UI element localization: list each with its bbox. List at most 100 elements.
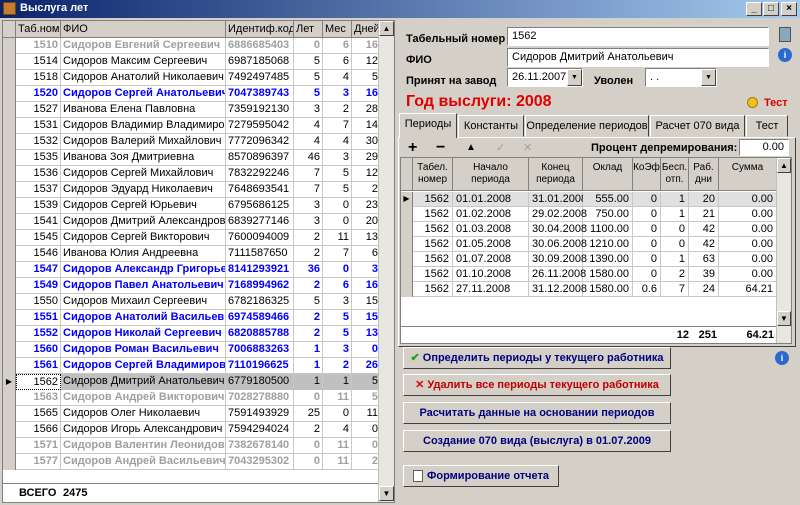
table-row[interactable]: 1551 Сидоров Анатолий Васильевич 697458946… bbox=[3, 310, 381, 326]
table-row[interactable]: 1549 Сидоров Павел Анатольевич 7168994962 2… bbox=[3, 278, 381, 294]
row-indicator[interactable] bbox=[3, 214, 16, 230]
scroll-up-icon[interactable]: ▲ bbox=[777, 158, 791, 173]
row-indicator[interactable] bbox=[3, 422, 16, 438]
row-indicator[interactable] bbox=[3, 118, 16, 134]
row-indicator[interactable] bbox=[401, 207, 413, 222]
chevron-down-icon[interactable]: ▼ bbox=[701, 69, 716, 86]
table-row[interactable]: 1577 Сидоров Андрей Васильевич 7043295302 0… bbox=[3, 454, 381, 470]
row-indicator[interactable] bbox=[3, 70, 16, 86]
pcol-end[interactable]: Конец периода bbox=[529, 158, 583, 191]
tab-define-periods[interactable]: Определение периодов bbox=[525, 115, 649, 137]
maximize-button[interactable]: □ bbox=[763, 2, 779, 16]
period-row[interactable]: 1562 01.03.2008 30.04.2008 1100.00 0 0 42 0.00 bbox=[401, 222, 777, 237]
info-icon[interactable]: i bbox=[775, 351, 789, 365]
pcol-oklad[interactable]: Оклад bbox=[583, 158, 633, 191]
table-row[interactable]: 1552 Сидоров Николай Сергеевич 6820885788 2… bbox=[3, 326, 381, 342]
report-button[interactable]: Формирование отчета bbox=[403, 465, 559, 487]
row-indicator[interactable] bbox=[3, 390, 16, 406]
table-row[interactable]: 1561 Сидоров Сергей Владимирович 711019662… bbox=[3, 358, 381, 374]
period-row[interactable]: 1562 01.02.2008 29.02.2008 750.00 0 1 21 0.00 bbox=[401, 207, 777, 222]
test-link[interactable]: Тест bbox=[764, 97, 788, 109]
chevron-down-icon[interactable]: ▼ bbox=[567, 69, 582, 86]
table-row[interactable]: 1563 Сидоров Андрей Викторович 7028278880 0… bbox=[3, 390, 381, 406]
delete-periods-button[interactable]: ✕ Удалить все периоды текущего работника bbox=[403, 374, 671, 396]
period-row[interactable]: 1562 01.10.2008 26.11.2008 1580.00 0 2 39 0.00 bbox=[401, 267, 777, 282]
row-indicator[interactable] bbox=[3, 38, 16, 54]
pcol-besp[interactable]: Бесп. отп. bbox=[661, 158, 689, 191]
create-070-button[interactable]: Создание 070 вида (выслуга) в 01.07.2009 bbox=[403, 430, 671, 452]
col-header-mes[interactable]: Мес bbox=[323, 21, 352, 38]
table-row[interactable]: 1545 Сидоров Сергей Викторович 7600094009 2… bbox=[3, 230, 381, 246]
table-row[interactable]: 1527 Иванова Елена Павловна 7359192130 3 2 28 bbox=[3, 102, 381, 118]
row-indicator[interactable] bbox=[401, 252, 413, 267]
tab-constants[interactable]: Константы bbox=[458, 115, 524, 137]
minimize-button[interactable]: _ bbox=[746, 2, 762, 16]
pcol-start[interactable]: Начало периода bbox=[453, 158, 529, 191]
period-row[interactable]: 1562 27.11.2008 31.12.2008 1580.00 0.6 7 24 64.… bbox=[401, 282, 777, 297]
tab-periods[interactable]: Периоды bbox=[399, 113, 457, 138]
col-header-fio[interactable]: ФИО bbox=[61, 21, 226, 38]
add-icon[interactable]: + bbox=[408, 139, 417, 157]
row-indicator[interactable] bbox=[401, 267, 413, 282]
fired-date-field[interactable]: . . ▼ bbox=[645, 68, 717, 87]
calc-button[interactable]: Расчитать данные на основании периодов bbox=[403, 402, 671, 424]
row-indicator[interactable] bbox=[401, 222, 413, 237]
fio-field[interactable]: Сидоров Дмитрий Анатольевич bbox=[507, 48, 769, 67]
table-row[interactable]: ▶ 1562 Сидоров Дмитрий Анатольевич 67791805… bbox=[3, 374, 381, 390]
move-up-icon[interactable]: ▲ bbox=[466, 142, 476, 153]
tab-number-field[interactable]: 1562 bbox=[507, 27, 769, 46]
row-indicator[interactable] bbox=[3, 230, 16, 246]
row-indicator[interactable] bbox=[3, 150, 16, 166]
table-row[interactable]: 1560 Сидоров Роман Васильевич 7006883263 1 3… bbox=[3, 342, 381, 358]
col-header-let[interactable]: Лет bbox=[294, 21, 323, 38]
period-row[interactable]: ▶ 1562 01.01.2008 31.01.2008 555.00 0 1 20 0.00 bbox=[401, 192, 777, 207]
row-indicator[interactable] bbox=[3, 438, 16, 454]
tab-calc-070[interactable]: Расчет 070 вида bbox=[650, 115, 745, 137]
periods-grid[interactable]: Табел. номер Начало периода Конец период… bbox=[400, 157, 792, 344]
table-row[interactable]: 1518 Сидоров Анатолий Николаевич 749249748… bbox=[3, 70, 381, 86]
row-indicator[interactable] bbox=[3, 86, 16, 102]
col-header-tab[interactable]: Таб.номер bbox=[16, 21, 61, 38]
col-header-ident[interactable]: Идентиф.код bbox=[226, 21, 294, 38]
calculator-icon[interactable] bbox=[779, 27, 791, 42]
row-indicator[interactable] bbox=[3, 406, 16, 422]
employee-grid[interactable]: Таб.номер ФИО Идентиф.код Лет Мес Дней 1… bbox=[2, 20, 395, 503]
row-indicator[interactable] bbox=[3, 310, 16, 326]
table-row[interactable]: 1532 Сидоров Валерий Михайлович 7772096342… bbox=[3, 134, 381, 150]
row-indicator[interactable] bbox=[3, 326, 16, 342]
table-row[interactable]: 1571 Сидоров Валентин Леонидович 738267814… bbox=[3, 438, 381, 454]
cancel-icon[interactable]: ✕ bbox=[523, 141, 532, 154]
table-row[interactable]: 1536 Сидоров Сергей Михайлович 7832292246 7… bbox=[3, 166, 381, 182]
pcol-rab[interactable]: Раб. дни bbox=[689, 158, 719, 191]
row-indicator[interactable] bbox=[3, 166, 16, 182]
row-indicator[interactable]: ▶ bbox=[3, 374, 16, 390]
row-indicator[interactable] bbox=[3, 278, 16, 294]
row-indicator[interactable]: ▶ bbox=[401, 192, 413, 207]
table-row[interactable]: 1539 Сидоров Сергей Юрьевич 6795686125 3 0 23 bbox=[3, 198, 381, 214]
row-indicator[interactable] bbox=[401, 237, 413, 252]
scroll-down-icon[interactable]: ▼ bbox=[777, 311, 791, 326]
table-row[interactable]: 1510 Сидоров Евгений Сергеевич 6886685403 0… bbox=[3, 38, 381, 54]
remove-icon[interactable]: − bbox=[436, 139, 445, 157]
row-indicator[interactable] bbox=[3, 262, 16, 278]
periods-scrollbar[interactable]: ▲ ▼ bbox=[776, 158, 791, 343]
table-row[interactable]: 1546 Иванова Юлия Андреевна 7111587650 2 7 6 bbox=[3, 246, 381, 262]
pcol-sum[interactable]: Сумма bbox=[719, 158, 777, 191]
row-indicator[interactable] bbox=[3, 54, 16, 70]
scroll-down-icon[interactable]: ▼ bbox=[379, 486, 394, 501]
close-button[interactable]: × bbox=[781, 2, 797, 16]
table-row[interactable]: 1531 Сидоров Владимир Владимирович 7279595… bbox=[3, 118, 381, 134]
scroll-up-icon[interactable]: ▲ bbox=[379, 21, 394, 36]
table-row[interactable]: 1541 Сидоров Дмитрий Александрович 6839277… bbox=[3, 214, 381, 230]
table-row[interactable]: 1566 Сидоров Игорь Александрович 759429402… bbox=[3, 422, 381, 438]
row-indicator[interactable] bbox=[3, 182, 16, 198]
percent-field[interactable]: 0.00 bbox=[739, 139, 789, 156]
row-indicator[interactable] bbox=[3, 358, 16, 374]
row-indicator[interactable] bbox=[3, 102, 16, 118]
table-row[interactable]: 1547Сидоров Александр Григорьевич8141293… bbox=[3, 262, 381, 278]
info-icon[interactable]: i bbox=[778, 48, 792, 62]
period-row[interactable]: 1562 01.05.2008 30.06.2008 1210.00 0 0 42 0.00 bbox=[401, 237, 777, 252]
table-row[interactable]: 1550 Сидоров Михаил Сергеевич 6782186325 5 3… bbox=[3, 294, 381, 310]
table-row[interactable]: 1514 Сидоров Максим Сергеевич 6987185068 5 6… bbox=[3, 54, 381, 70]
row-indicator[interactable] bbox=[3, 246, 16, 262]
